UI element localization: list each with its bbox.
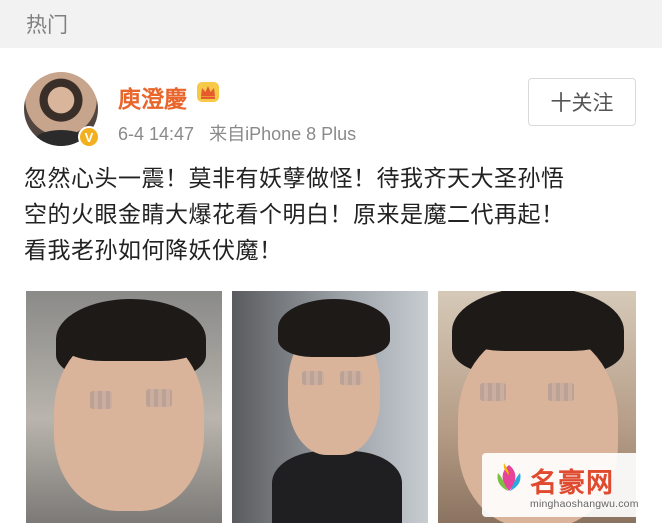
post-photo-1[interactable] <box>26 291 222 523</box>
verified-icon: V <box>78 126 100 148</box>
post-date: 6-4 14:47 <box>118 124 195 144</box>
crown-icon <box>197 82 219 102</box>
follow-button[interactable]: 十关注 <box>528 78 636 126</box>
watermark: 名豪网 minghaoshangwu.com <box>482 453 658 517</box>
post-text-line: 看我老孙如何降妖伏魔！ <box>24 237 283 263</box>
section-title[interactable]: 热门 <box>26 9 68 39</box>
watermark-title: 名豪网 <box>530 468 614 498</box>
watermark-url: minghaoshangwu.com <box>530 498 639 510</box>
post-text: 忽然心头一震！莫非有妖孽做怪！待我齐天大圣孙悟 空的火眼金睛大爆花看个明白！原来… <box>24 160 642 268</box>
weibo-post-card: V 庾澄慶 6-4 14:47 来自iPhone 8 Plus 十关注 忽然心头… <box>0 48 662 528</box>
post-photo-2[interactable] <box>232 291 428 523</box>
post-source[interactable]: 来自iPhone 8 Plus <box>209 124 356 144</box>
post-meta: 6-4 14:47 来自iPhone 8 Plus <box>118 120 366 146</box>
top-bar: 热门 <box>0 0 662 46</box>
post-text-line: 忽然心头一震！莫非有妖孽做怪！待我齐天大圣孙悟 <box>24 165 565 191</box>
author-name[interactable]: 庾澄慶 <box>118 80 187 114</box>
post-text-line: 空的火眼金睛大爆花看个明白！原来是魔二代再起！ <box>24 201 565 227</box>
site-logo-icon <box>497 463 521 491</box>
